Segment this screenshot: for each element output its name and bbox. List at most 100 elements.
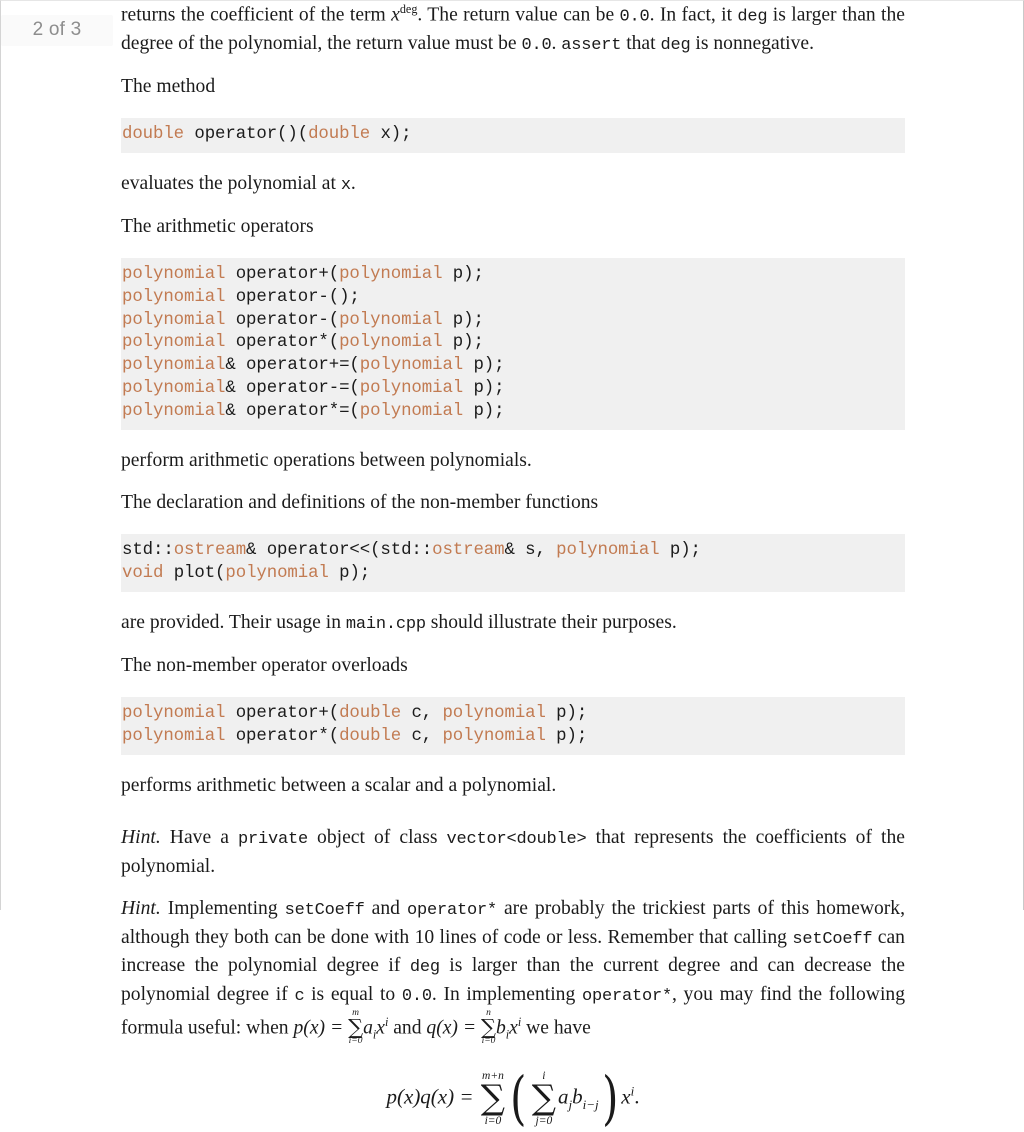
inline-sum-n-lower: i=0 [481,1036,496,1047]
code-line: polynomial operator-(); [121,287,905,310]
sigma-icon: ∑ [531,1078,556,1119]
code-keyword: polynomial [122,726,226,746]
code-keyword: double [339,726,402,746]
p7-text-a: are provided. Their usage in [121,612,346,634]
hint2-text-a: Implementing [160,898,285,920]
hint2-label: Hint. [121,898,161,920]
code-text: & operator<<(std:: [246,541,433,561]
inline-math-and: and [388,1017,427,1039]
code-keyword: polynomial [122,333,226,353]
code-keyword: polynomial [442,704,546,724]
code-line: void plot(polynomial p); [121,563,905,586]
code-text: p); [328,564,371,584]
hint2-code-deg: deg [409,958,440,978]
inline-math-px: p(x) = [293,1017,349,1039]
code-text: operator-(); [225,287,360,307]
code-text: p); [545,704,588,724]
code-block-operator-call: double operator()(double x); [121,118,905,154]
p1-math-x: x [391,4,400,26]
formula-lhs: p(x)q(x) = [386,1084,479,1109]
p1-code-assert: assert [561,36,622,56]
code-keyword: polynomial [339,333,443,353]
hint1-code-private: private [237,830,308,850]
page-indicator: 2 of 3 [1,15,113,46]
paragraph-get-coeff: returns the coefficient of the term xdeg… [121,1,905,59]
code-keyword: polynomial [122,310,226,330]
code-text: & operator*=( [225,401,360,421]
code-line: polynomial& operator*=(polynomial p); [121,401,905,424]
right-paren-icon: ) [601,1063,619,1132]
pdf-viewer[interactable]: 2 of 3 returns the coefficient of the te… [0,0,1024,1127]
code-text: p); [442,310,484,330]
code-text: & operator-=( [225,379,360,399]
inline-math-x2: x [509,1017,518,1039]
code-line: polynomial operator*(double c, polynomia… [121,726,905,749]
code-keyword: polynomial [122,265,226,285]
code-keyword: polynomial [442,726,546,746]
paragraph-perform-arithmetic: perform arithmetic operations between po… [121,449,532,471]
hint1-label: Hint. [121,827,161,849]
code-keyword: double [122,125,185,145]
hint1-text-b: object of class [307,827,447,849]
code-keyword: double [339,704,402,724]
display-formula-product-of-polynomials: p(x)q(x) = m+n ∑ i=0(i ∑ j=0 ajbi−j) xi. [121,1063,905,1132]
code-line: std::ostream& operator<<(std::ostream& s… [121,540,905,563]
hint1-text-a: Have a [160,827,238,849]
code-line: polynomial& operator+=(polynomial p); [121,355,905,378]
code-keyword: ostream [173,541,247,561]
paragraph-scalar-arithmetic: performs arithmetic between a scalar and… [121,774,557,796]
inline-math-x1: x [376,1017,385,1039]
inline-sum-n: n ∑ i=0 [480,1007,496,1047]
code-keyword: ostream [432,541,505,561]
code-keyword: polynomial [359,356,464,376]
p1-text-g: is nonnegative. [690,33,815,55]
code-line: polynomial operator*(polynomial p); [121,332,905,355]
p3-text-a: evaluates the polynomial at [121,173,341,195]
code-text: x); [370,125,412,145]
paragraph-are-provided: are provided. Their usage in main.cpp sh… [121,609,905,638]
code-text: & s, [504,541,557,561]
code-text: operator+( [225,704,340,724]
code-line: polynomial& operator-=(polynomial p); [121,378,905,401]
inner-sum-upper: i [542,1069,546,1082]
hint1-code-vector-double: vector<double> [446,830,587,850]
p3-text-b: . [350,173,356,195]
inline-sum-m: m ∑ i=0 [348,1008,363,1047]
code-text: operator()( [184,125,309,145]
code-keyword: polynomial [122,287,226,307]
code-keyword: polynomial [359,379,464,399]
p1-text-c: . In fact, it [649,4,738,26]
code-keyword: polynomial [339,265,443,285]
inline-math-b: b [495,1017,506,1039]
hint2-text-f: is equal to [304,984,402,1006]
code-text: p); [463,401,505,421]
hint2-code-setcoeff-1: setCoeff [284,901,365,921]
sigma-icon: ∑ [480,1015,496,1040]
code-block-member-operators: polynomial operator+(polynomial p); polyn… [121,258,905,430]
code-text: p); [463,379,505,399]
code-text: & operator+=( [225,356,360,376]
paragraph-hint-setcoeff-operator: Hint. Implementing setCoeff and operator… [121,895,905,1047]
p1-code-deg-1: deg [737,7,768,27]
p1-code-zero-1: 0.0 [619,7,650,27]
p1-text-f: that [621,33,661,55]
code-text: operator-( [225,310,340,330]
p7-code-main-cpp: main.cpp [345,615,426,635]
code-text: p); [659,541,701,561]
formula-a: a [558,1084,569,1109]
code-line: polynomial operator+(polynomial p); [121,264,905,287]
code-keyword: polynomial [225,564,329,584]
code-keyword: polynomial [122,401,226,421]
code-text: p); [442,265,484,285]
inline-sum-n-upper: n [486,1007,491,1018]
paragraph-the-method: The method [121,75,216,97]
formula-b: b [572,1084,583,1109]
paragraph-hint-private-vector: Hint. Have a private object of class vec… [121,824,905,881]
code-line: polynomial operator+(double c, polynomia… [121,703,905,726]
sigma-icon: ∑ [480,1078,506,1119]
code-text: c, [401,726,443,746]
hint2-code-setcoeff-2: setCoeff [792,929,873,949]
inline-sum-m-lower: i=0 [348,1036,363,1047]
hint2-text-b: and [364,898,407,920]
paragraph-arithmetic-operators: The arithmetic operators [121,215,314,237]
